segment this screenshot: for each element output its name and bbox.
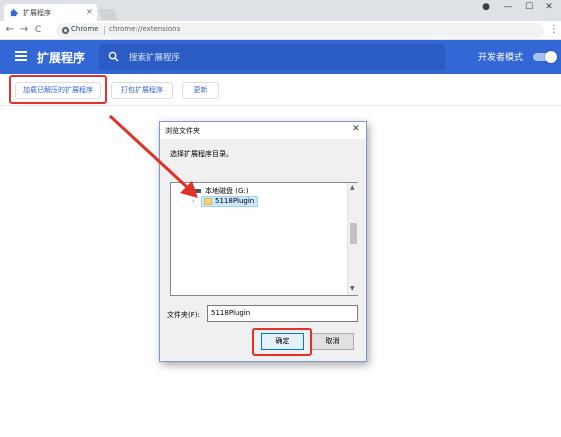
load-unpacked-highlight: [9, 75, 107, 104]
cancel-button[interactable]: 取消: [311, 333, 354, 350]
omnibox-chip: Chrome: [71, 25, 99, 33]
tab-extensions[interactable]: 扩展程序 ×: [4, 4, 97, 21]
extensions-header: 扩展程序 搜索扩展程序 开发者模式: [0, 40, 561, 74]
pack-extension-button[interactable]: 打包扩展程序: [111, 82, 173, 99]
tree-item-drive[interactable]: ⌄ 本地磁盘 (G:): [185, 186, 248, 196]
tab-strip: 扩展程序 × ● — ☐ ✕: [0, 0, 561, 21]
tree-item-folder[interactable]: › 5118Plugin: [192, 196, 259, 207]
tree-scrollbar[interactable]: ▲ ▼: [347, 183, 358, 295]
dialog-close-icon[interactable]: ✕: [352, 124, 360, 134]
folder-label-text: 5118Plugin: [215, 197, 255, 205]
tab-close-icon[interactable]: ×: [86, 7, 93, 16]
address-bar[interactable]: Chrome chrome://extensions: [56, 23, 544, 38]
forward-icon[interactable]: →: [18, 24, 30, 36]
search-icon: [108, 51, 119, 62]
drive-icon: [193, 189, 201, 193]
folder-field[interactable]: 5118Plugin: [207, 305, 358, 322]
drive-label: 本地磁盘 (G:): [205, 187, 249, 195]
developer-mode-toggle[interactable]: [533, 51, 557, 63]
toggle-knob: [545, 51, 557, 63]
dialog-prompt: 选择扩展程序目录。: [170, 150, 233, 158]
search-input[interactable]: 搜索扩展程序: [99, 44, 445, 70]
browser-toolbar: ← → C Chrome chrome://extensions ⋮: [0, 21, 561, 40]
chrome-info-icon[interactable]: [61, 26, 70, 35]
dialog-titlebar: 浏览文件夹 ✕: [160, 122, 366, 139]
maximize-icon[interactable]: ☐: [520, 2, 538, 12]
browse-folder-dialog: 浏览文件夹 ✕ 选择扩展程序目录。 ⌄ 本地磁盘 (G:) › 5118Plugin…: [159, 121, 367, 362]
scroll-thumb[interactable]: [350, 223, 357, 244]
hamburger-menu-icon[interactable]: [15, 51, 27, 61]
folder-field-label: 文件夹(F):: [167, 311, 200, 319]
new-tab-button[interactable]: [97, 9, 119, 20]
update-button[interactable]: 更新: [182, 82, 219, 99]
puzzle-icon: [10, 9, 18, 17]
developer-mode-label: 开发者模式: [478, 53, 524, 63]
scroll-down-icon[interactable]: ▼: [350, 285, 355, 292]
minimize-icon[interactable]: —: [499, 2, 517, 12]
omnibox-separator: [104, 26, 105, 35]
omnibox-url[interactable]: chrome://extensions: [109, 25, 180, 33]
folder-tree[interactable]: ⌄ 本地磁盘 (G:) › 5118Plugin ▲ ▼: [170, 182, 358, 296]
search-placeholder: 搜索扩展程序: [129, 53, 181, 63]
chrome-menu-icon[interactable]: ⋮: [549, 24, 559, 35]
back-icon[interactable]: ←: [4, 24, 16, 36]
reload-icon[interactable]: C: [32, 24, 44, 36]
page-title: 扩展程序: [37, 51, 86, 65]
dialog-title: 浏览文件夹: [165, 127, 200, 135]
account-icon[interactable]: ●: [477, 2, 495, 12]
window-close-icon[interactable]: ✕: [540, 2, 558, 12]
tab-title: 扩展程序: [23, 9, 51, 17]
scroll-up-icon[interactable]: ▲: [350, 184, 355, 191]
ok-button-highlight: [252, 328, 312, 356]
expand-icon[interactable]: ⌄: [185, 188, 193, 195]
chevron-right-icon[interactable]: ›: [192, 197, 195, 206]
folder-icon: [204, 197, 212, 205]
